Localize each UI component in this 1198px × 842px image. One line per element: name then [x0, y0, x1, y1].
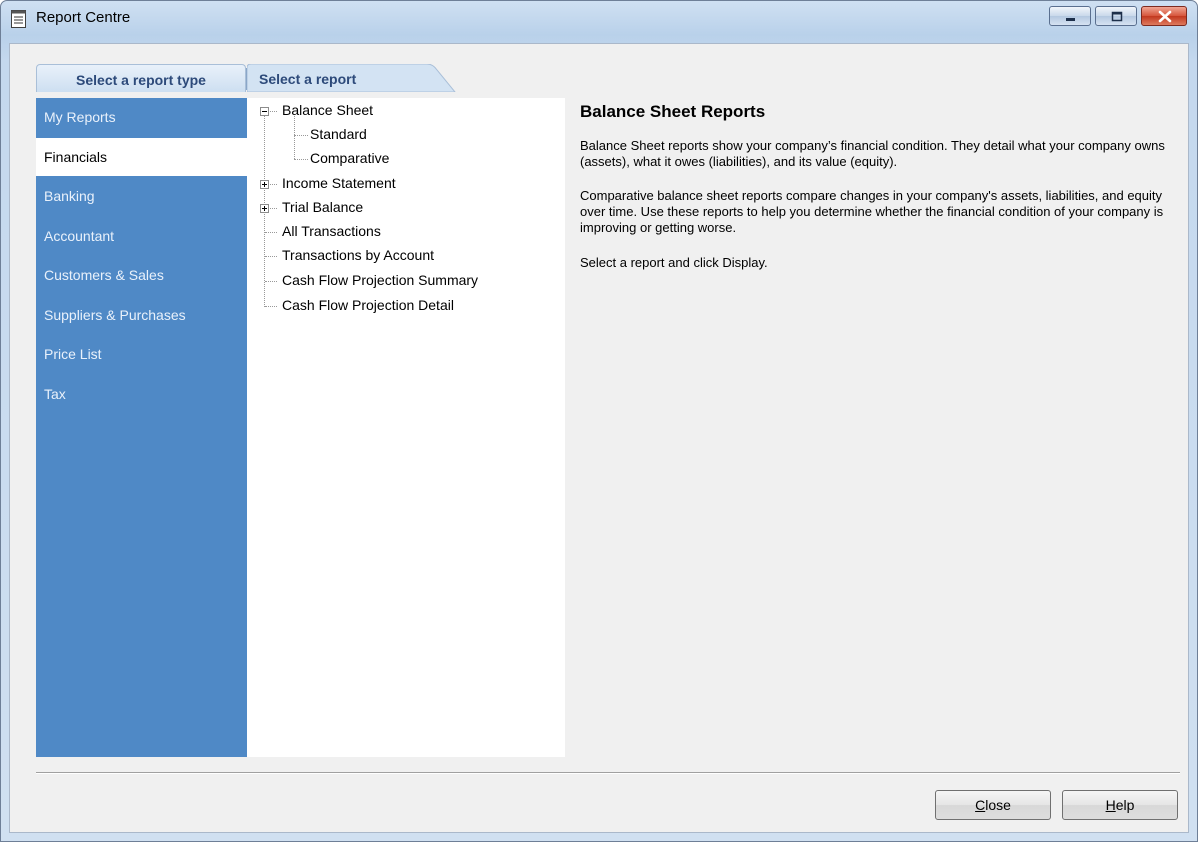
report-type-banking[interactable]: Banking — [36, 177, 247, 215]
report-type-accountant[interactable]: Accountant — [36, 217, 247, 255]
description-heading: Balance Sheet Reports — [580, 102, 766, 121]
tree-branch — [265, 306, 277, 307]
tree-branch — [265, 232, 277, 233]
report-type-suppliers-purchases[interactable]: Suppliers & Purchases — [36, 296, 247, 334]
report-type-financials[interactable]: Financials — [36, 138, 247, 176]
close-accelerator: C — [975, 797, 986, 813]
report-type-customers-sales[interactable]: Customers & Sales — [36, 256, 247, 294]
tree-item-trial-balance[interactable]: Trial Balance — [282, 199, 363, 215]
tree-item-all-transactions[interactable]: All Transactions — [282, 223, 381, 239]
tab-select-report-type: Select a report type — [36, 64, 246, 92]
maximize-icon — [1111, 11, 1123, 22]
expand-trial-balance-icon[interactable] — [260, 204, 269, 213]
tree-item-transactions-by-account[interactable]: Transactions by Account — [282, 247, 434, 263]
description-paragraph-1: Balance Sheet reports show your company’… — [580, 138, 1165, 169]
maximize-button[interactable] — [1095, 6, 1137, 26]
window-close-button[interactable] — [1141, 6, 1187, 26]
tree-branch — [270, 184, 277, 185]
title-bar[interactable]: Report Centre — [1, 1, 1197, 37]
tree-branch — [294, 159, 308, 160]
tree-item-cash-flow-summary[interactable]: Cash Flow Projection Summary — [282, 272, 478, 288]
report-type-list: My Reports Financials Banking Accountant… — [36, 98, 247, 757]
tree-branch — [265, 256, 277, 257]
client-area: Select a report type Select a report My … — [9, 43, 1189, 833]
report-type-tax[interactable]: Tax — [36, 375, 247, 413]
report-app-icon — [11, 10, 26, 28]
collapse-balance-sheet-icon[interactable] — [260, 107, 269, 116]
close-icon — [1158, 10, 1172, 23]
tree-branch — [270, 208, 277, 209]
report-type-price-list[interactable]: Price List — [36, 335, 247, 373]
tree-branch — [265, 281, 277, 282]
report-centre-window: Report Centre Select a report type Selec… — [0, 0, 1198, 842]
expand-income-statement-icon[interactable] — [260, 180, 269, 189]
window-title: Report Centre — [36, 9, 131, 26]
report-tree: Balance Sheet Standard Comparative Incom… — [247, 98, 565, 757]
close-label: lose — [985, 797, 1011, 813]
help-button[interactable]: Help — [1062, 790, 1178, 820]
report-description-panel: Balance Sheet Reports Balance Sheet repo… — [565, 98, 1182, 757]
tree-item-cash-flow-detail[interactable]: Cash Flow Projection Detail — [282, 297, 454, 313]
close-button[interactable]: Close — [935, 790, 1051, 820]
help-accelerator: H — [1105, 797, 1116, 813]
tree-branch — [294, 135, 308, 136]
help-label: elp — [1115, 797, 1135, 813]
description-paragraph-3: Select a report and click Display. — [580, 255, 768, 270]
tab-label-report-type: Select a report type — [76, 72, 206, 88]
tree-item-balance-sheet[interactable]: Balance Sheet — [282, 102, 373, 118]
tree-item-comparative[interactable]: Comparative — [310, 150, 389, 166]
tree-branch — [270, 111, 277, 112]
tree-item-income-statement[interactable]: Income Statement — [282, 175, 396, 191]
minimize-icon — [1066, 18, 1075, 21]
tree-connector — [294, 114, 295, 159]
minimize-button[interactable] — [1049, 6, 1091, 26]
description-paragraph-2: Comparative balance sheet reports compar… — [580, 188, 1164, 235]
tab-label-report: Select a report — [259, 71, 357, 87]
tab-select-report: Select a report — [247, 64, 457, 92]
footer-divider — [36, 772, 1180, 774]
tree-item-standard[interactable]: Standard — [310, 126, 367, 142]
report-type-my-reports[interactable]: My Reports — [36, 98, 247, 136]
